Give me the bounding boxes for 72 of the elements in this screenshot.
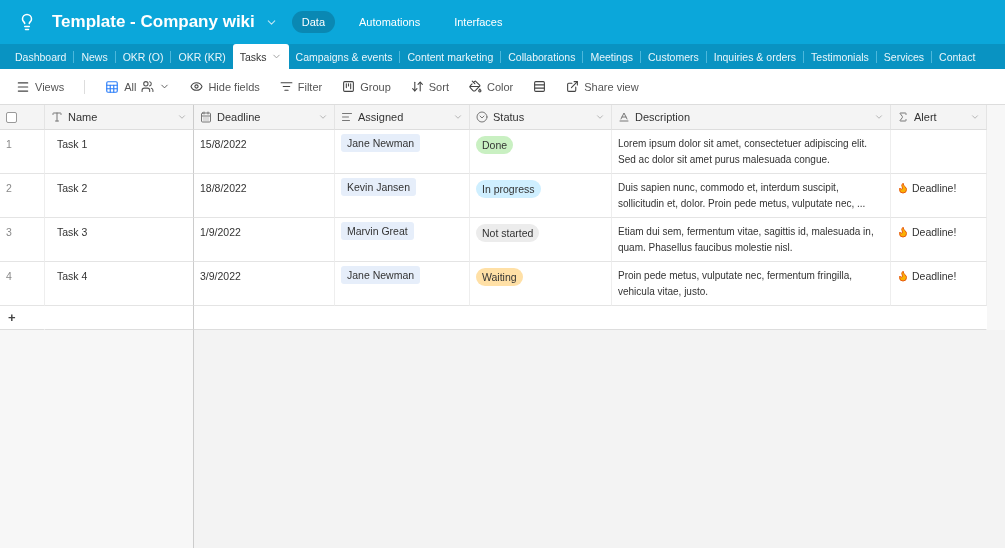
status-tag: Not started: [476, 224, 540, 242]
row-number: 1: [0, 130, 45, 174]
lines-icon: [341, 111, 353, 123]
status-tag: In progress: [476, 180, 541, 198]
description-text: Etiam dui sem, fermentum vitae, sagittis id, malesuada in, quam. Phasellus faucibus molestie nisl.: [612, 218, 891, 262]
toolbar-button[interactable]: Filter: [279, 80, 323, 93]
filter-icon: [279, 80, 293, 93]
formula-icon: [897, 111, 909, 123]
row-height-icon: [533, 80, 547, 93]
select-all-checkbox[interactable]: [6, 111, 17, 123]
column-header[interactable]: Deadline: [217, 111, 313, 123]
toolbar-button[interactable]: Hide fields: [190, 80, 260, 93]
table-cell: 1/9/2022: [194, 218, 335, 262]
nav-tab[interactable]: Data: [291, 11, 336, 33]
description-text: Duis sapien nunc, commodo et, interdum suscipit, sollicitudin et, dolor. Proin pede metus, vulputate nec, ...: [612, 174, 891, 218]
flame-icon: [897, 270, 909, 282]
table-cell: Task 4: [45, 262, 194, 306]
paint-bucket-icon: [468, 80, 482, 93]
person-chip: Jane Newman: [341, 134, 421, 152]
table-cell: 15/8/2022: [194, 130, 335, 174]
toolbar-button[interactable]: Share view: [566, 80, 639, 93]
caret-icon[interactable]: [453, 112, 463, 122]
caret-icon[interactable]: [177, 112, 187, 122]
toolbar-button[interactable]: Group: [342, 80, 391, 93]
group-icon: [342, 80, 356, 93]
table-cell: Task 3: [45, 218, 194, 262]
column-header[interactable]: Name: [68, 111, 172, 123]
caret-icon[interactable]: [874, 112, 884, 122]
table-tab[interactable]: Tasks: [232, 44, 289, 69]
sort-icon: [410, 80, 424, 93]
description-text: Proin pede metus, vulputate nec, fermentum fringilla, vehicula vitae, justo.: [612, 262, 891, 306]
view-selector[interactable]: All: [105, 79, 171, 94]
flame-icon: [897, 182, 909, 194]
calendar-icon: [200, 111, 212, 123]
add-row-button[interactable]: +: [8, 310, 16, 325]
caret-icon[interactable]: [970, 112, 980, 122]
table-cell: Task 1: [45, 130, 194, 174]
caret-icon[interactable]: [595, 112, 605, 122]
caret-icon[interactable]: [318, 112, 328, 122]
share-icon: [566, 80, 580, 93]
text-field-icon: [51, 111, 63, 123]
alert-text: Deadline!: [897, 268, 980, 284]
views-button[interactable]: Views: [16, 79, 65, 94]
table-cell: 3/9/2022: [194, 262, 335, 306]
column-header[interactable]: Description: [635, 111, 869, 123]
column-header[interactable]: Alert: [914, 111, 965, 123]
column-header[interactable]: Assigned: [358, 111, 448, 123]
row-number: 4: [0, 262, 45, 306]
person-chip: Kevin Jansen: [341, 178, 417, 196]
grid-view-icon: [105, 79, 120, 94]
people-icon: [141, 80, 155, 93]
table-cell: 18/8/2022: [194, 174, 335, 218]
status-tag: Done: [476, 136, 514, 154]
flame-icon: [897, 226, 909, 238]
toolbar-button[interactable]: Sort: [410, 80, 449, 93]
base-title: Template - Company wiki: [52, 12, 255, 32]
eye-icon: [190, 80, 204, 93]
alert-text: Deadline!: [897, 180, 980, 196]
row-number: 3: [0, 218, 45, 262]
alert-text: Deadline!: [897, 224, 980, 240]
long-text-icon: [618, 111, 630, 123]
description-text: Lorem ipsum dolor sit amet, consectetuer adipiscing elit. Sed ac dolor sit amet purus malesuada congue.: [612, 130, 891, 174]
menu-icon: [16, 79, 30, 94]
row-height-button[interactable]: [533, 80, 547, 93]
column-header[interactable]: Status: [493, 111, 590, 123]
person-chip: Marvin Great: [341, 222, 414, 240]
row-number: 2: [0, 174, 45, 218]
status-tag: Waiting: [476, 268, 523, 286]
person-chip: Jane Newman: [341, 266, 421, 284]
table-cell: Task 2: [45, 174, 194, 218]
dropdown-field-icon: [476, 111, 488, 123]
toolbar-button[interactable]: Color: [468, 80, 514, 93]
